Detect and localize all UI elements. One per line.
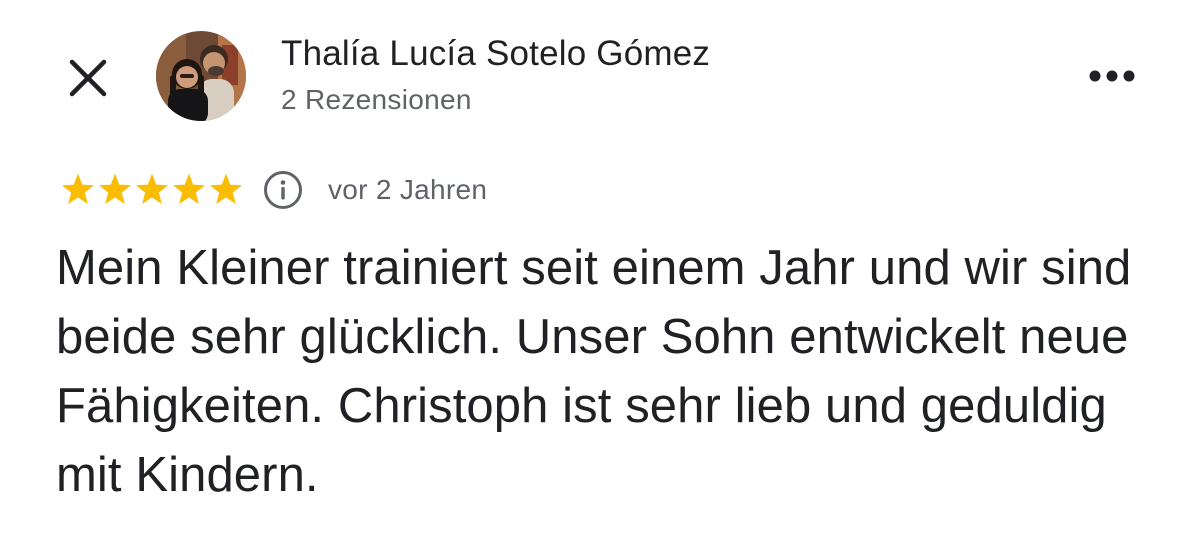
info-button[interactable] bbox=[262, 169, 304, 211]
star-icon bbox=[210, 173, 242, 204]
star-icon bbox=[136, 173, 168, 204]
avatar-photo bbox=[156, 31, 246, 121]
more-horizontal-icon bbox=[1089, 70, 1135, 82]
avatar[interactable] bbox=[156, 31, 246, 121]
star-rating bbox=[60, 172, 244, 208]
reviewer-name[interactable]: Thalía Lucía Sotelo Gómez bbox=[281, 34, 710, 74]
star-icon bbox=[62, 173, 94, 204]
star-icon bbox=[99, 173, 131, 204]
star-icon bbox=[173, 173, 205, 204]
close-icon bbox=[69, 59, 107, 97]
more-options-button[interactable] bbox=[1082, 58, 1142, 94]
close-button[interactable] bbox=[58, 48, 118, 108]
info-icon bbox=[264, 171, 302, 209]
review-text: Mein Kleiner trainiert seit einem Jahr u… bbox=[56, 241, 1132, 502]
review-count: 2 Rezensionen bbox=[281, 84, 472, 115]
rating-row: vor 2 Jahren bbox=[60, 168, 487, 212]
review-date: vor 2 Jahren bbox=[328, 174, 488, 205]
